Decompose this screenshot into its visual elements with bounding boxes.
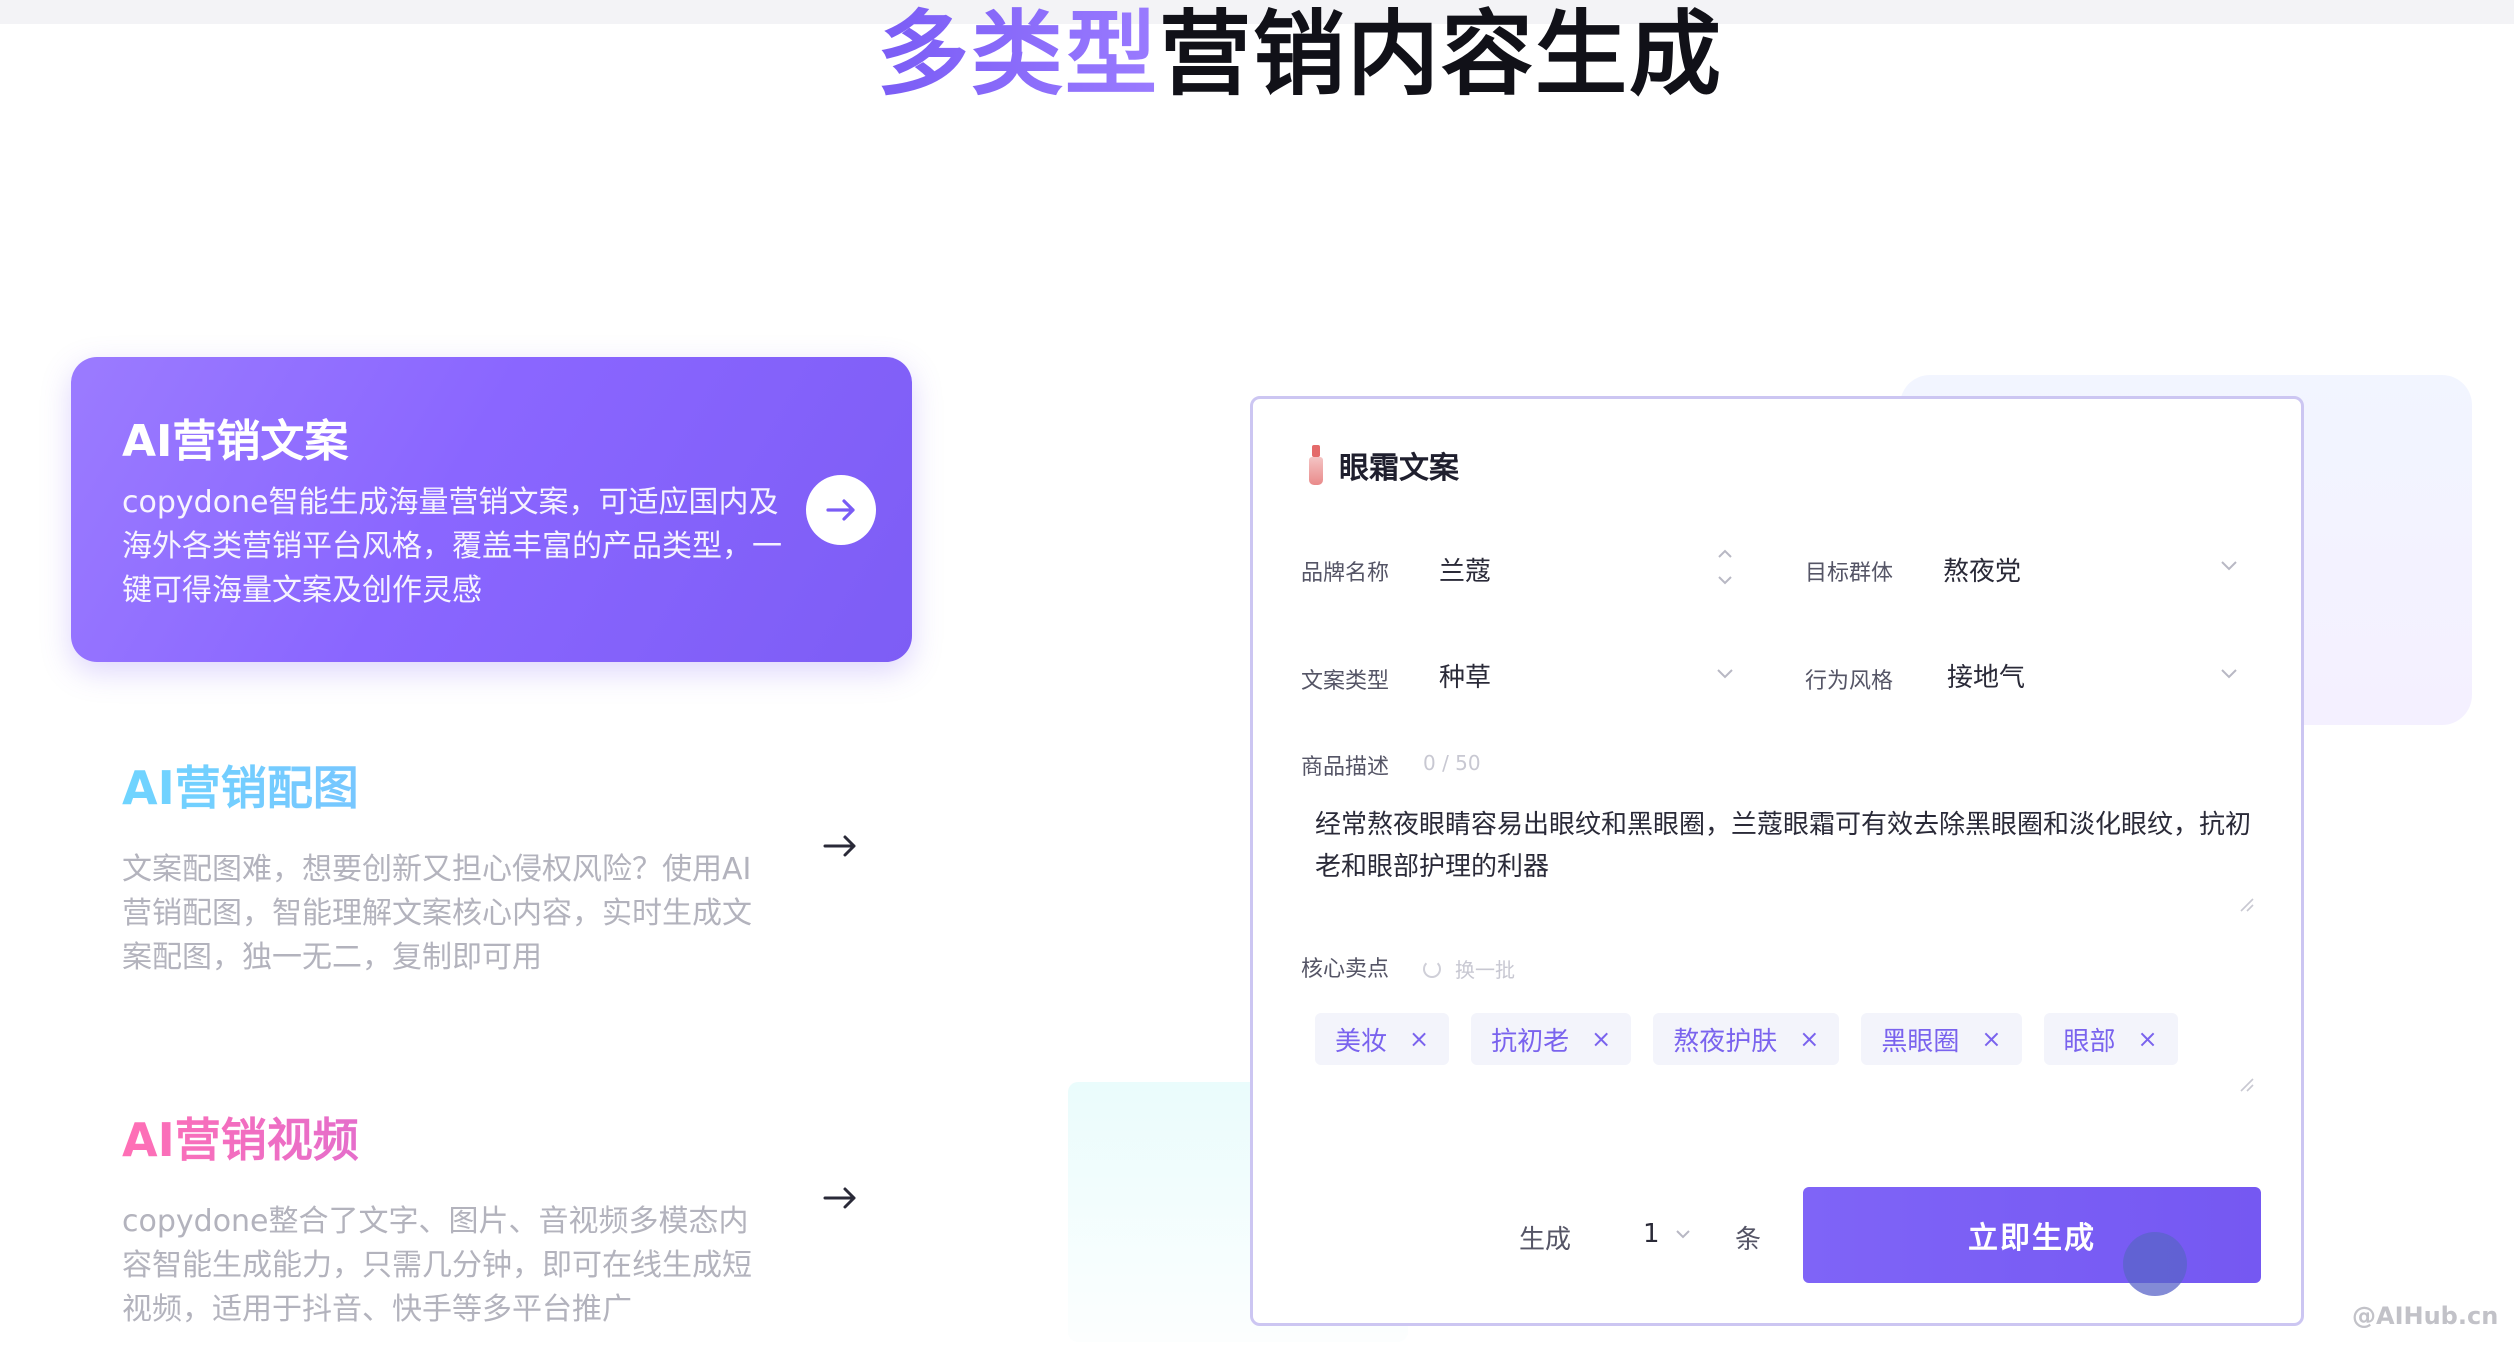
tag-label: 黑眼圈: [1881, 1026, 1960, 1057]
feature-card-images[interactable]: AI营销配图 文案配图难，想要创新又担心侵权风险？使用AI营销配图，智能理解文案…: [122, 752, 912, 980]
close-icon[interactable]: ×: [1409, 1025, 1429, 1053]
feature-title: AI营销配图: [122, 752, 912, 818]
resize-handle-icon[interactable]: [2237, 895, 2255, 913]
watermark: @AIHub.cn: [2352, 1302, 2499, 1330]
brand-label: 品牌名称: [1301, 561, 1390, 586]
refresh-icon: [1423, 959, 1441, 978]
chevron-down-icon[interactable]: [1715, 667, 1735, 681]
tag-label: 抗初老: [1491, 1026, 1570, 1057]
cursor-pointer-icon: [2123, 1232, 2187, 1296]
close-icon[interactable]: ×: [1981, 1025, 2001, 1053]
close-icon[interactable]: ×: [1799, 1025, 1819, 1053]
chevron-down-icon[interactable]: [2219, 559, 2239, 573]
tag-chip: 眼部 ×: [2043, 1013, 2178, 1065]
page-title: 多类型营销内容生成: [0, 0, 2514, 110]
chevron-down-icon[interactable]: [1675, 1229, 1691, 1241]
tag-chip: 熬夜护肤 ×: [1653, 1013, 1840, 1065]
page-title-rest: 营销内容生成: [1159, 1, 1724, 108]
feature-card-video[interactable]: AI营销视频 copydone整合了文字、图片、音视频多模态内容智能生成能力，只…: [122, 1104, 912, 1332]
description-textarea[interactable]: 经常熬夜眼睛容易出眼纹和黑眼圈，兰蔻眼霜可有效去除黑眼圈和淡化眼纹，抗初老和眼部…: [1315, 804, 2265, 888]
feature-title: AI营销视频: [122, 1104, 912, 1170]
feature-description: 文案配图难，想要创新又担心侵权风险？使用AI营销配图，智能理解文案核心内容，实时…: [122, 852, 752, 975]
panel-header: 眼霜文案: [1309, 445, 1459, 486]
style-select[interactable]: 接地气: [1947, 657, 2025, 694]
generate-suffix-label: 条: [1735, 1225, 1762, 1255]
page-title-accent: 多类型: [876, 1, 1159, 108]
tag-chip: 美妆 ×: [1315, 1013, 1450, 1065]
copywriting-form-panel: 眼霜文案 品牌名称 兰蔻 目标群体 熬夜党 文案类型 种草 行为风格 接地气 商…: [1250, 396, 2304, 1326]
tag-chip: 黑眼圈 ×: [1861, 1013, 2022, 1065]
chevron-down-icon[interactable]: [2219, 667, 2239, 681]
selling-points-label: 核心卖点: [1301, 957, 1390, 982]
description-label: 商品描述: [1301, 755, 1390, 780]
audience-select[interactable]: 熬夜党: [1943, 551, 2021, 588]
style-label: 行为风格: [1805, 669, 1894, 694]
brand-input[interactable]: 兰蔻: [1439, 551, 1491, 588]
tag-label: 美妆: [1335, 1026, 1388, 1057]
resize-handle-icon[interactable]: [2237, 1075, 2255, 1093]
refresh-label: 换一批: [1455, 958, 1515, 982]
copy-type-select[interactable]: 种草: [1439, 657, 1491, 694]
arrow-right-icon[interactable]: [822, 828, 858, 864]
feature-card-copywriting[interactable]: AI营销文案 copydone智能生成海量营销文案，可适应国内及海外各类营销平台…: [71, 357, 912, 662]
audience-label: 目标群体: [1805, 561, 1894, 586]
selling-point-tags: 美妆 × 抗初老 × 熬夜护肤 × 黑眼圈 × 眼部 ×: [1315, 1013, 2200, 1065]
generate-count-select[interactable]: 1: [1643, 1219, 1660, 1249]
feature-description: copydone整合了文字、图片、音视频多模态内容智能生成能力，只需几分钟，即可…: [122, 1204, 752, 1327]
stepper-icon[interactable]: [1715, 543, 1735, 591]
tag-chip: 抗初老 ×: [1471, 1013, 1632, 1065]
refresh-button[interactable]: 换一批: [1423, 954, 1515, 983]
generate-now-button[interactable]: 立即生成: [1803, 1187, 2261, 1283]
feature-title: AI营销文案: [122, 416, 349, 467]
copy-type-label: 文案类型: [1301, 669, 1390, 694]
generate-prefix-label: 生成: [1519, 1225, 1572, 1255]
arrow-right-icon[interactable]: [822, 1180, 858, 1216]
generate-now-label: 立即生成: [1968, 1221, 2096, 1256]
feature-arrow-button[interactable]: [806, 475, 876, 545]
eye-cream-icon: [1309, 445, 1323, 485]
description-counter: 0 / 50: [1423, 751, 1481, 775]
close-icon[interactable]: ×: [1591, 1025, 1611, 1053]
tag-label: 眼部: [2063, 1026, 2116, 1057]
close-icon[interactable]: ×: [2138, 1025, 2158, 1053]
tag-label: 熬夜护肤: [1673, 1026, 1778, 1057]
feature-description: copydone智能生成海量营销文案，可适应国内及海外各类营销平台风格，覆盖丰富…: [122, 485, 782, 608]
arrow-right-icon: [826, 499, 855, 521]
panel-title: 眼霜文案: [1339, 451, 1459, 486]
